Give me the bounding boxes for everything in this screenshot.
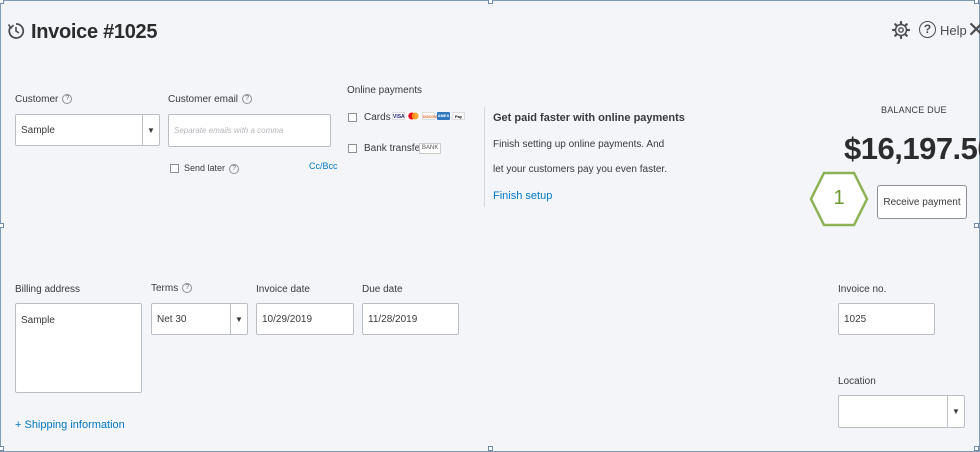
terms-select-value: Net 30: [157, 313, 187, 325]
billing-address-label: Billing address: [15, 284, 81, 295]
invoice-number-label: Invoice no.: [838, 284, 887, 295]
chevron-down-icon[interactable]: ▼: [230, 304, 247, 334]
location-select[interactable]: ▼: [838, 395, 965, 428]
invoice-window: Invoice #1025 ? Help ✕ Customer? Sample …: [0, 0, 980, 452]
send-later-checkbox[interactable]: [170, 164, 179, 173]
help-link[interactable]: Help: [940, 23, 967, 38]
cards-checkbox[interactable]: [348, 113, 357, 122]
invoice-date-input[interactable]: 10/29/2019: [256, 303, 354, 335]
receive-payment-button[interactable]: Receive payment: [877, 185, 967, 219]
chevron-down-icon[interactable]: ▼: [142, 115, 159, 145]
resize-handle-top[interactable]: [488, 0, 493, 4]
customer-select-value: Sample: [21, 124, 55, 136]
help-question-icon[interactable]: ?: [182, 283, 193, 294]
location-label: Location: [838, 376, 876, 387]
terms-select[interactable]: Net 30 ▼: [151, 303, 248, 335]
billing-address-value: Sample: [21, 315, 55, 326]
promo-line-2: let your customers pay you even faster.: [493, 164, 667, 175]
invoice-number-input[interactable]: 1025: [838, 303, 935, 335]
finish-setup-link[interactable]: Finish setup: [493, 190, 552, 202]
due-date-value: 11/28/2019: [368, 313, 418, 325]
customer-email-input[interactable]: Separate emails with a comma: [168, 114, 331, 147]
send-later-label: Send later?: [184, 163, 240, 174]
resize-handle-top-left[interactable]: [0, 0, 4, 4]
customer-email-label: Customer email?: [168, 94, 253, 105]
help-icon[interactable]: ?: [919, 21, 936, 38]
resize-handle-bottom-left[interactable]: [0, 446, 4, 451]
resize-handle-top-right[interactable]: [974, 0, 979, 4]
online-payments-label: Online payments: [347, 85, 423, 96]
close-icon[interactable]: ✕: [967, 19, 980, 41]
balance-due-amount: $16,197.50: [844, 131, 980, 166]
cards-label: Cards: [364, 112, 391, 123]
amex-logo: AMEX: [437, 112, 450, 120]
resize-handle-right[interactable]: [974, 223, 979, 228]
callout-number: 1: [833, 187, 845, 209]
invoice-number-value: 1025: [844, 313, 867, 325]
shipping-information-link[interactable]: + Shipping information: [15, 419, 125, 431]
balance-due-label: BALANCE DUE: [881, 105, 947, 115]
help-question-icon[interactable]: ?: [62, 94, 73, 105]
customer-label-text: Customer: [15, 94, 59, 105]
terms-label: Terms?: [151, 283, 193, 294]
bank-logo: BANK: [419, 143, 442, 154]
send-later-label-text: Send later: [184, 163, 226, 173]
invoice-date-label: Invoice date: [256, 284, 310, 295]
mastercard-logo: [407, 112, 420, 120]
customer-label: Customer?: [15, 94, 73, 105]
card-logos: VISA DISCOVER AMEX Pay: [392, 112, 467, 120]
gear-icon[interactable]: [892, 21, 910, 39]
chevron-down-icon[interactable]: ▼: [947, 396, 964, 427]
resize-handle-left[interactable]: [0, 223, 4, 228]
resize-handle-bottom-right[interactable]: [974, 446, 979, 451]
bank-transfer-checkbox[interactable]: [348, 144, 357, 153]
help-question-icon[interactable]: ?: [229, 163, 240, 174]
promo-line-1: Finish setting up online payments. And: [493, 139, 665, 150]
resize-handle-bottom[interactable]: [488, 446, 493, 451]
customer-email-placeholder: Separate emails with a comma: [174, 126, 284, 135]
bank-transfer-label: Bank transfer: [364, 143, 424, 154]
customer-email-label-text: Customer email: [168, 94, 239, 105]
due-date-input[interactable]: 11/28/2019: [362, 303, 459, 335]
promo-heading: Get paid faster with online payments: [493, 112, 685, 124]
history-icon[interactable]: [7, 21, 25, 41]
apple-pay-logo: Pay: [452, 112, 465, 120]
terms-label-text: Terms: [151, 283, 179, 294]
billing-address-input[interactable]: Sample: [15, 303, 142, 393]
due-date-label: Due date: [362, 284, 403, 295]
divider: [484, 107, 485, 207]
page-title: Invoice #1025: [31, 21, 158, 43]
visa-logo: VISA: [392, 112, 405, 120]
discover-logo: DISCOVER: [422, 112, 441, 120]
cc-bcc-link[interactable]: Cc/Bcc: [309, 161, 338, 171]
invoice-date-value: 10/29/2019: [262, 313, 313, 325]
customer-select[interactable]: Sample ▼: [15, 114, 160, 146]
help-question-icon[interactable]: ?: [242, 94, 253, 105]
